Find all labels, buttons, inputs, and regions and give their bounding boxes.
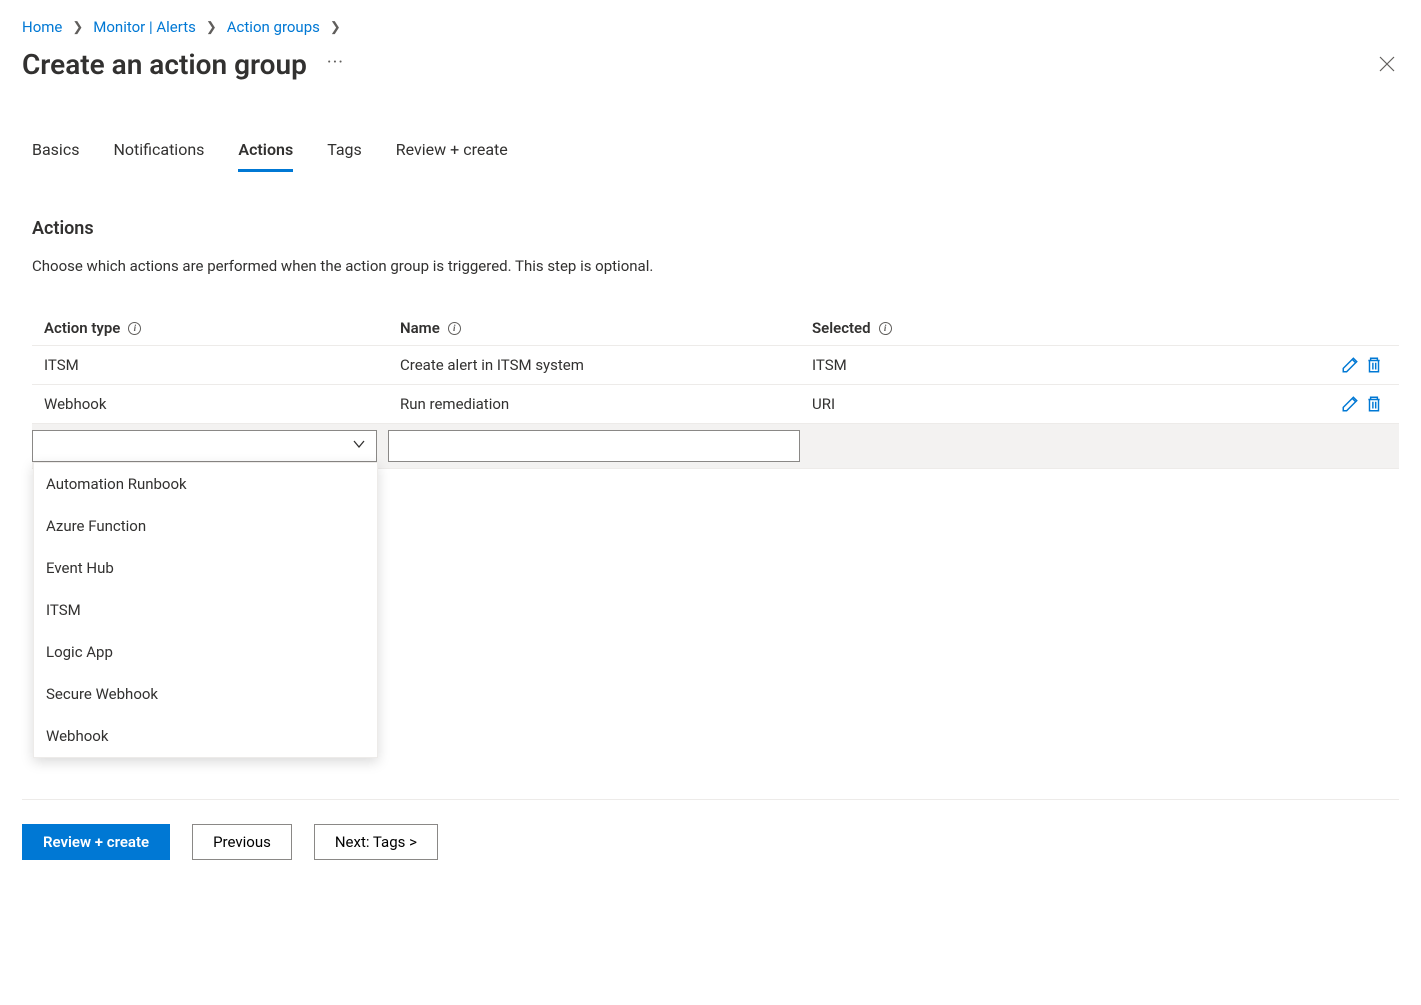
edit-button[interactable] bbox=[1341, 356, 1359, 374]
trash-icon bbox=[1365, 395, 1383, 413]
chevron-right-icon: ❯ bbox=[206, 20, 217, 35]
trash-icon bbox=[1365, 356, 1383, 374]
chevron-right-icon: ❯ bbox=[72, 20, 83, 35]
header-action-type: Action type bbox=[44, 319, 120, 337]
option-itsm[interactable]: ITSM bbox=[34, 589, 377, 631]
tab-tags[interactable]: Tags bbox=[327, 140, 362, 172]
action-name-input[interactable] bbox=[388, 430, 800, 462]
pencil-icon bbox=[1341, 356, 1359, 374]
table-row-new: Automation Runbook Azure Function Event … bbox=[32, 424, 1399, 469]
cell-selected: ITSM bbox=[812, 356, 1327, 374]
option-secure-webhook[interactable]: Secure Webhook bbox=[34, 673, 377, 715]
action-type-select[interactable]: Automation Runbook Azure Function Event … bbox=[32, 430, 377, 462]
tab-notifications[interactable]: Notifications bbox=[113, 140, 204, 172]
close-button[interactable] bbox=[1369, 46, 1405, 82]
edit-button[interactable] bbox=[1341, 395, 1359, 413]
chevron-down-icon bbox=[352, 437, 366, 455]
option-logic-app[interactable]: Logic App bbox=[34, 631, 377, 673]
previous-button[interactable]: Previous bbox=[192, 824, 292, 860]
tab-actions[interactable]: Actions bbox=[238, 140, 293, 172]
delete-button[interactable] bbox=[1365, 395, 1383, 413]
next-tags-button[interactable]: Next: Tags > bbox=[314, 824, 438, 860]
actions-table: Action type i Name i Selected i ITSM Cre… bbox=[22, 311, 1399, 469]
breadcrumb-monitor-alerts[interactable]: Monitor | Alerts bbox=[93, 18, 196, 36]
section-description: Choose which actions are performed when … bbox=[32, 257, 1399, 275]
info-icon[interactable]: i bbox=[448, 322, 461, 335]
header-selected: Selected bbox=[812, 319, 871, 337]
review-create-button[interactable]: Review + create bbox=[22, 824, 170, 860]
option-webhook[interactable]: Webhook bbox=[34, 715, 377, 757]
footer: Review + create Previous Next: Tags > bbox=[22, 799, 1399, 884]
cell-name: Create alert in ITSM system bbox=[400, 356, 812, 374]
chevron-right-icon: ❯ bbox=[330, 20, 341, 35]
info-icon[interactable]: i bbox=[879, 322, 892, 335]
option-event-hub[interactable]: Event Hub bbox=[34, 547, 377, 589]
tabs: Basics Notifications Actions Tags Review… bbox=[22, 140, 1399, 172]
more-icon[interactable]: ··· bbox=[327, 54, 344, 72]
option-azure-function[interactable]: Azure Function bbox=[34, 505, 377, 547]
delete-button[interactable] bbox=[1365, 356, 1383, 374]
breadcrumb-action-groups[interactable]: Action groups bbox=[227, 18, 320, 36]
table-header: Action type i Name i Selected i bbox=[32, 311, 1399, 346]
cell-name: Run remediation bbox=[400, 395, 812, 413]
tab-review-create[interactable]: Review + create bbox=[396, 140, 508, 172]
cell-action-type: ITSM bbox=[44, 356, 400, 374]
close-icon bbox=[1379, 56, 1395, 72]
breadcrumb-home[interactable]: Home bbox=[22, 18, 62, 36]
cell-selected: URI bbox=[812, 395, 1327, 413]
table-row: ITSM Create alert in ITSM system ITSM bbox=[32, 346, 1399, 385]
section-title: Actions bbox=[32, 218, 1399, 239]
tab-basics[interactable]: Basics bbox=[32, 140, 79, 172]
table-row: Webhook Run remediation URI bbox=[32, 385, 1399, 424]
action-type-dropdown: Automation Runbook Azure Function Event … bbox=[33, 462, 378, 758]
page-title: Create an action group bbox=[22, 48, 307, 81]
pencil-icon bbox=[1341, 395, 1359, 413]
header-name: Name bbox=[400, 319, 440, 337]
cell-action-type: Webhook bbox=[44, 395, 400, 413]
breadcrumb: Home ❯ Monitor | Alerts ❯ Action groups … bbox=[22, 0, 1399, 36]
info-icon[interactable]: i bbox=[128, 322, 141, 335]
option-automation-runbook[interactable]: Automation Runbook bbox=[34, 463, 377, 505]
